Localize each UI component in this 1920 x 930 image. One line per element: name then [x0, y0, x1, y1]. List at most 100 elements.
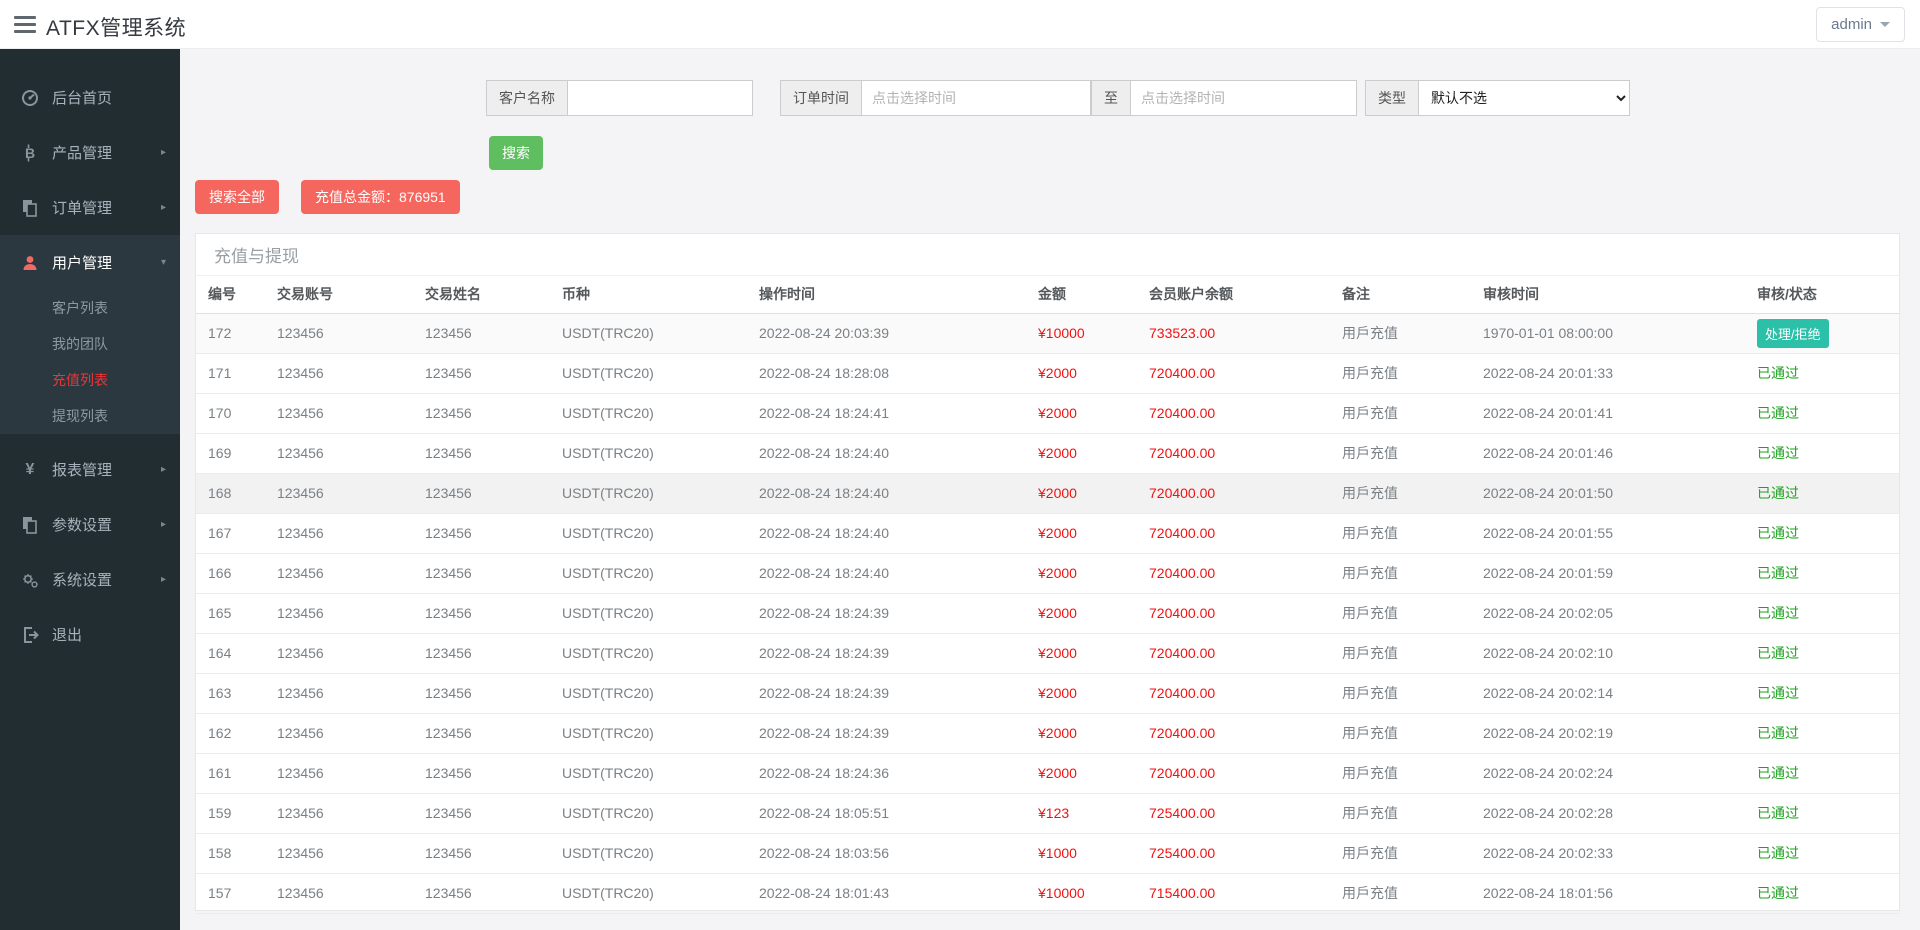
submenu-item-label: 我的团队: [52, 336, 108, 352]
row-audit-time: 2022-08-24 20:02:24: [1471, 753, 1745, 794]
sidebar-item-reports[interactable]: ¥ 报表管理 ▸: [0, 442, 180, 497]
bitcoin-icon: B: [19, 144, 41, 162]
row-balance: 720400.00: [1137, 473, 1330, 514]
row-amount: ¥2000: [1026, 353, 1137, 394]
row-id: 169: [196, 433, 265, 474]
sidebar-item-system[interactable]: 系统设置 ▸: [0, 552, 180, 607]
order-time-end-input[interactable]: [1130, 80, 1357, 116]
search-button[interactable]: 搜索: [489, 136, 543, 170]
sidebar-item-dashboard[interactable]: 后台首页: [0, 70, 180, 125]
chevron-down-icon: ▾: [160, 257, 166, 268]
type-group: 类型 默认不选: [1365, 80, 1630, 116]
recharge-withdraw-panel: 充值与提现 编号 交易账号 交易姓名 币种 操作时间 金额 会员账户余额 备注 审核时间 审核/状…: [195, 233, 1900, 914]
table-row: 169 123456 123456 USDT(TRC20) 2022-08-24 18:…: [196, 433, 1899, 474]
row-name: 123456: [413, 793, 550, 834]
sidebar-item-users[interactable]: 用户管理 ▾: [0, 235, 180, 290]
row-balance: 720400.00: [1137, 593, 1330, 634]
sidebar-item-logout[interactable]: 退出: [0, 607, 180, 662]
row-note: 用戶充值: [1330, 313, 1471, 354]
table-row: 167 123456 123456 USDT(TRC20) 2022-08-24 18:…: [196, 513, 1899, 554]
table-row: 171 123456 123456 USDT(TRC20) 2022-08-24 18:…: [196, 353, 1899, 394]
sidebar-item-label: 报表管理: [52, 462, 113, 479]
row-balance: 720400.00: [1137, 753, 1330, 794]
row-status-cell: 已通过: [1745, 473, 1899, 514]
row-currency: USDT(TRC20): [550, 353, 747, 394]
table-header-cell: 审核/状态: [1745, 276, 1899, 314]
row-op-time: 2022-08-24 18:24:40: [747, 473, 1026, 514]
admin-dropdown[interactable]: admin: [1816, 7, 1905, 42]
table-row: 165 123456 123456 USDT(TRC20) 2022-08-24 18:…: [196, 593, 1899, 634]
submenu-item-recharge-list[interactable]: 充值列表: [0, 362, 180, 398]
row-balance: 720400.00: [1137, 673, 1330, 714]
row-amount: ¥2000: [1026, 753, 1137, 794]
row-currency: USDT(TRC20): [550, 633, 747, 674]
row-op-time: 2022-08-24 18:24:40: [747, 433, 1026, 474]
table-row: 159 123456 123456 USDT(TRC20) 2022-08-24 18:…: [196, 793, 1899, 834]
table-header-cell: 审核时间: [1471, 276, 1745, 314]
row-currency: USDT(TRC20): [550, 473, 747, 514]
sidebar-item-params[interactable]: 参数设置 ▸: [0, 497, 180, 552]
row-account: 123456: [265, 393, 413, 434]
row-audit-time: 2022-08-24 20:02:28: [1471, 793, 1745, 834]
row-currency: USDT(TRC20): [550, 713, 747, 754]
type-select[interactable]: 默认不选: [1418, 80, 1630, 116]
status-text: 已通过: [1757, 845, 1799, 861]
sidebar-item-orders[interactable]: 订单管理 ▸: [0, 180, 180, 235]
table-row: 161 123456 123456 USDT(TRC20) 2022-08-24 18:…: [196, 753, 1899, 794]
row-audit-time: 2022-08-24 20:01:50: [1471, 473, 1745, 514]
row-name: 123456: [413, 393, 550, 434]
row-status-cell: 已通过: [1745, 393, 1899, 434]
table-row: 158 123456 123456 USDT(TRC20) 2022-08-24 18:…: [196, 833, 1899, 874]
sidebar-item-products[interactable]: B 产品管理 ▸: [0, 125, 180, 180]
row-amount: ¥10000: [1026, 873, 1137, 914]
order-time-start-input[interactable]: [861, 80, 1091, 116]
row-audit-time: 2022-08-24 20:02:10: [1471, 633, 1745, 674]
search-all-button[interactable]: 搜索全部: [195, 180, 279, 214]
row-note: 用戶充值: [1330, 553, 1471, 594]
row-account: 123456: [265, 713, 413, 754]
submenu-item-customer-list[interactable]: 客户列表: [0, 290, 180, 326]
caret-down-icon: [1880, 22, 1890, 27]
status-text: 已通过: [1757, 405, 1799, 421]
row-audit-time: 2022-08-24 20:01:59: [1471, 553, 1745, 594]
row-id: 167: [196, 513, 265, 554]
customer-name-input[interactable]: [567, 80, 753, 116]
row-account: 123456: [265, 593, 413, 634]
table-header-cell: 币种: [550, 276, 747, 314]
status-text: 已通过: [1757, 605, 1799, 621]
row-balance: 725400.00: [1137, 793, 1330, 834]
row-amount: ¥2000: [1026, 553, 1137, 594]
status-action-button[interactable]: 处理/拒绝: [1757, 318, 1829, 348]
row-op-time: 2022-08-24 18:01:43: [747, 873, 1026, 914]
row-status-cell: 已通过: [1745, 593, 1899, 634]
row-id: 171: [196, 353, 265, 394]
row-currency: USDT(TRC20): [550, 673, 747, 714]
row-op-time: 2022-08-24 18:03:56: [747, 833, 1026, 874]
submenu-item-my-team[interactable]: 我的团队: [0, 326, 180, 362]
recharge-total-button[interactable]: 充值总金额：876951: [301, 180, 460, 214]
row-note: 用戶充值: [1330, 753, 1471, 794]
row-id: 158: [196, 833, 265, 874]
row-audit-time: 2022-08-24 20:02:33: [1471, 833, 1745, 874]
app-header: ATFX管理系统 admin: [0, 0, 1920, 49]
sidebar-item-label: 退出: [52, 627, 83, 644]
row-account: 123456: [265, 433, 413, 474]
table-header-cell: 编号: [196, 276, 265, 314]
customer-name-group: 客户名称: [486, 80, 753, 116]
row-currency: USDT(TRC20): [550, 393, 747, 434]
row-balance: 720400.00: [1137, 633, 1330, 674]
row-op-time: 2022-08-24 20:03:39: [747, 313, 1026, 354]
hamburger-menu-icon[interactable]: [14, 16, 36, 33]
status-text: 已通过: [1757, 365, 1799, 381]
row-balance: 733523.00: [1137, 313, 1330, 354]
table-header-cell: 操作时间: [747, 276, 1026, 314]
app-title: ATFX管理系统: [46, 17, 187, 40]
submenu-item-withdraw-list[interactable]: 提现列表: [0, 398, 180, 434]
row-balance: 720400.00: [1137, 553, 1330, 594]
table-row: 168 123456 123456 USDT(TRC20) 2022-08-24 18:…: [196, 473, 1899, 514]
table-row: 170 123456 123456 USDT(TRC20) 2022-08-24 18:…: [196, 393, 1899, 434]
row-currency: USDT(TRC20): [550, 513, 747, 554]
row-audit-time: 1970-01-01 08:00:00: [1471, 313, 1745, 354]
chevron-right-icon: ▸: [160, 202, 166, 213]
row-account: 123456: [265, 553, 413, 594]
